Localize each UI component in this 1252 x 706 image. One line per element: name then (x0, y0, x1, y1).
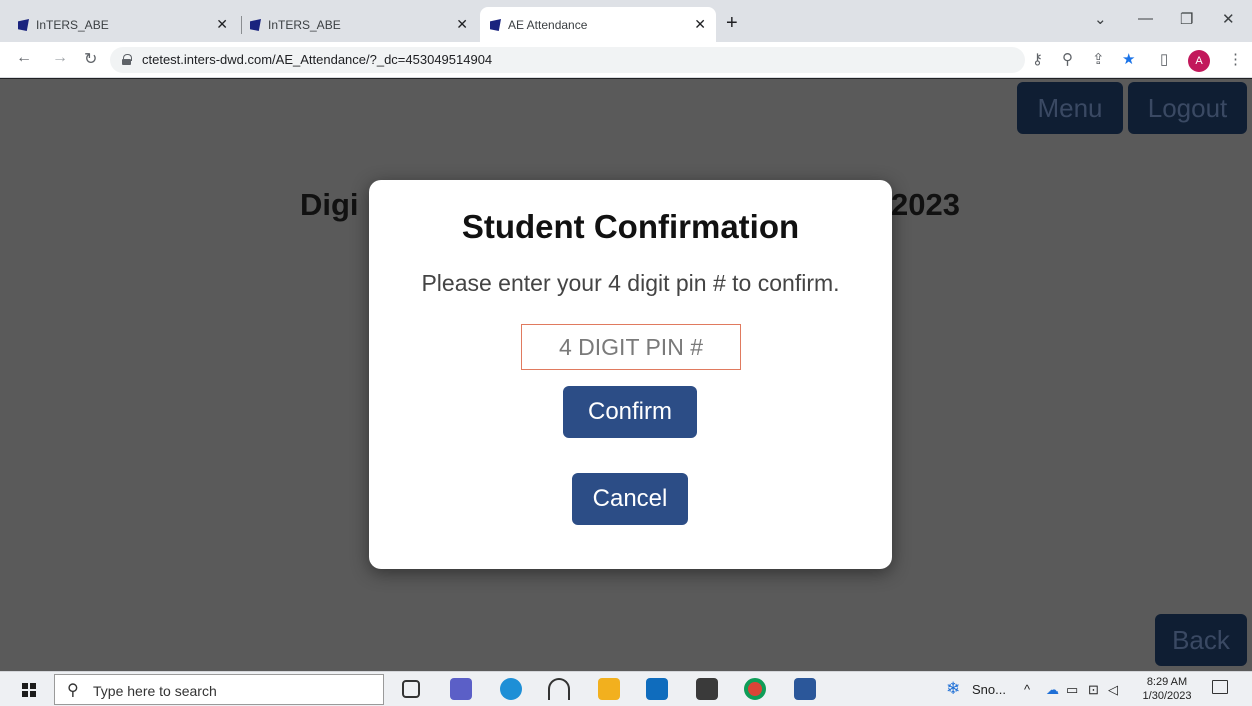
page-title-left-fragment: Digi (300, 187, 359, 222)
dialog-message: Please enter your 4 digit pin # to confi… (421, 270, 840, 296)
tab-title: InTERS_ABE (268, 17, 341, 32)
new-tab-icon[interactable]: + (726, 12, 738, 35)
close-tab-icon[interactable]: ✕ (694, 16, 706, 33)
tab-title: InTERS_ABE (36, 17, 109, 32)
headset-icon[interactable] (548, 678, 570, 700)
pin-input[interactable] (521, 324, 741, 370)
snowflake-weather-icon[interactable]: ❄ (946, 679, 960, 699)
close-tab-icon[interactable]: ✕ (216, 16, 228, 33)
dialog-title: Student Confirmation (461, 208, 800, 245)
taskbar-search-box[interactable]: ⚲ Type here to search (54, 674, 384, 705)
page-title-right-fragment: 2023 (891, 187, 960, 222)
search-icon: ⚲ (67, 682, 79, 699)
weather-label[interactable]: Sno... (972, 682, 1006, 697)
browser-tab-active[interactable]: AE Attendance ✕ (480, 7, 716, 42)
tab-search-chevron-icon[interactable]: ⌄ (1094, 10, 1107, 28)
clock-time: 8:29 AM (1146, 676, 1188, 688)
minimize-icon[interactable]: — (1138, 10, 1153, 27)
windows-taskbar: ⚲ Type here to search ❄ Sno... ^ ☁ ▭ ⊡ ◁… (0, 671, 1252, 706)
inters-favicon-icon (250, 19, 261, 31)
back-button[interactable]: Back (1155, 614, 1247, 666)
chrome-icon[interactable] (744, 678, 766, 700)
teams-icon[interactable] (450, 678, 472, 700)
chevron-up-icon[interactable]: ^ (1024, 682, 1030, 697)
profile-avatar[interactable]: A (1188, 50, 1210, 72)
edge-icon[interactable] (500, 678, 522, 700)
battery-icon[interactable]: ▭ (1066, 682, 1078, 698)
restore-icon[interactable]: ❐ (1180, 10, 1193, 28)
back-arrow-icon[interactable]: ← (16, 49, 32, 67)
tab-title: AE Attendance (508, 17, 588, 32)
side-panel-icon[interactable]: ▯ (1160, 50, 1168, 68)
browser-tab-2[interactable]: InTERS_ABE ✕ (240, 7, 478, 42)
file-explorer-icon[interactable] (598, 678, 620, 700)
forward-arrow-icon[interactable]: → (52, 49, 68, 67)
url-text: ctetest.inters-dwd.com/AE_Attendance/?_d… (142, 52, 493, 67)
taskbar-clock[interactable]: 8:29 AM 1/30/2023 (1139, 675, 1195, 703)
logout-button[interactable]: Logout (1128, 82, 1247, 134)
browser-tab-strip: InTERS_ABE ✕ InTERS_ABE ✕ AE Attendance … (0, 0, 1252, 42)
inters-favicon-icon (18, 19, 29, 31)
browser-toolbar: ← → ↻ ctetest.inters-dwd.com/AE_Attendan… (0, 42, 1252, 78)
windows-start-icon[interactable] (22, 683, 36, 697)
onedrive-cloud-icon[interactable]: ☁ (1046, 682, 1059, 698)
cancel-button[interactable]: Cancel (572, 473, 688, 525)
word-icon[interactable] (794, 678, 816, 700)
notification-icon[interactable] (1212, 680, 1228, 694)
bookmark-star-icon[interactable]: ★ (1122, 50, 1135, 68)
volume-icon[interactable]: ◁ (1108, 682, 1118, 698)
inters-favicon-icon (490, 19, 501, 31)
more-menu-icon[interactable]: ⋮ (1228, 50, 1243, 68)
student-confirmation-dialog: Student Confirmation Please enter your 4… (369, 180, 892, 569)
close-window-icon[interactable]: ✕ (1222, 10, 1235, 28)
address-bar[interactable]: ctetest.inters-dwd.com/AE_Attendance/?_d… (110, 47, 1025, 73)
task-view-icon[interactable] (402, 680, 420, 698)
store-icon[interactable] (696, 678, 718, 700)
outlook-icon[interactable] (646, 678, 668, 700)
browser-tab-1[interactable]: InTERS_ABE ✕ (8, 7, 238, 42)
menu-button[interactable]: Menu (1017, 82, 1123, 134)
reload-icon[interactable]: ↻ (84, 49, 97, 69)
network-icon[interactable]: ⊡ (1088, 682, 1099, 698)
confirm-button[interactable]: Confirm (563, 386, 697, 438)
close-tab-icon[interactable]: ✕ (456, 16, 468, 33)
page-overlay: Menu Logout Digi 2023 Back Student Confi… (0, 79, 1252, 671)
search-placeholder: Type here to search (93, 683, 217, 699)
share-icon[interactable]: ⇪ (1092, 50, 1105, 68)
lock-icon (122, 54, 132, 65)
key-icon[interactable]: ⚷ (1032, 50, 1043, 68)
clock-date: 1/30/2023 (1142, 690, 1192, 702)
zoom-icon[interactable]: ⚲ (1062, 50, 1073, 68)
